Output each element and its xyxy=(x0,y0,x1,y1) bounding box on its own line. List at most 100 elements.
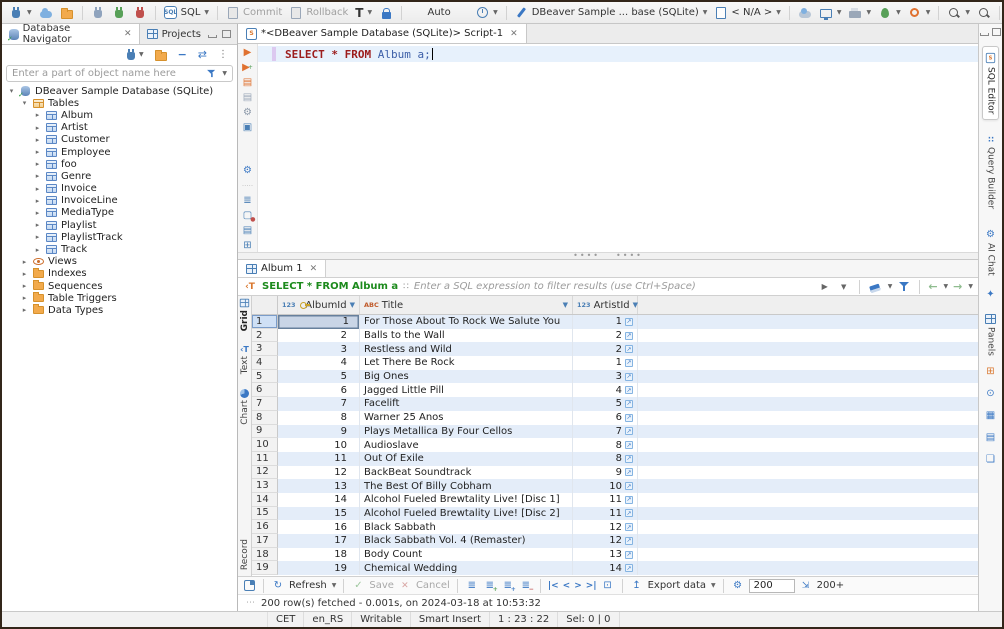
table-row[interactable]: 12 12 BackBeat Soundtrack 9↗ xyxy=(252,466,978,480)
show-panels-icon[interactable]: ⊞ xyxy=(241,241,255,252)
cell-albumid[interactable]: 2 xyxy=(278,329,360,343)
row-number[interactable]: 19 xyxy=(252,561,278,575)
cloud-sync-button[interactable] xyxy=(796,5,814,21)
run-config-button[interactable]: ▼ xyxy=(906,5,933,21)
tree-item[interactable]: ▸ Data Types xyxy=(2,304,237,316)
cell-albumid[interactable]: 16 xyxy=(278,520,360,534)
duplicate-row-icon[interactable]: ≣+ xyxy=(501,579,515,592)
column-header[interactable]: 123 ArtistId ▼ xyxy=(573,296,638,314)
navigator-filter-input[interactable]: Enter a part of object name here ▼ xyxy=(6,65,233,82)
cell-title[interactable]: The Best Of Billy Cobham xyxy=(360,479,573,493)
active-schema-combo[interactable]: < N/A >▼ xyxy=(712,5,782,21)
transaction-mode-button[interactable]: T▼ xyxy=(353,5,374,21)
foreign-key-link-icon[interactable]: ↗ xyxy=(625,455,633,463)
cell-albumid[interactable]: 5 xyxy=(278,370,360,384)
cell-artistid[interactable]: 2↗ xyxy=(573,329,638,343)
tree-item[interactable]: ▸ Views xyxy=(2,256,237,268)
cell-title[interactable]: Let There Be Rock xyxy=(360,356,573,370)
sort-icon[interactable]: ▼ xyxy=(563,301,568,309)
chevron-icon[interactable]: ▸ xyxy=(20,294,29,302)
tree-item[interactable]: ▸ Artist xyxy=(2,122,237,134)
cell-artistid[interactable]: 1↗ xyxy=(573,356,638,370)
cell-artistid[interactable]: 10↗ xyxy=(573,479,638,493)
foreign-key-link-icon[interactable]: ↗ xyxy=(625,373,633,381)
cell-albumid[interactable]: 7 xyxy=(278,397,360,411)
filters-menu-icon[interactable] xyxy=(897,280,911,294)
statusbar-item[interactable]: en_RS xyxy=(304,612,352,627)
cell-title[interactable]: Restless and Wild xyxy=(360,342,573,356)
cell-artistid[interactable]: 6↗ xyxy=(573,411,638,425)
cell-artistid[interactable]: 12↗ xyxy=(573,520,638,534)
chevron-icon[interactable]: ▸ xyxy=(20,282,29,290)
cell-albumid[interactable]: 13 xyxy=(278,479,360,493)
foreign-key-link-icon[interactable]: ↗ xyxy=(625,400,633,408)
cell-albumid[interactable]: 9 xyxy=(278,425,360,439)
cell-title[interactable]: For Those About To Rock We Salute You xyxy=(360,315,573,329)
statusbar-item[interactable]: CET xyxy=(268,612,304,627)
foreign-key-link-icon[interactable]: ↗ xyxy=(625,564,633,572)
chevron-icon[interactable]: ▸ xyxy=(33,197,42,205)
foreign-key-link-icon[interactable]: ↗ xyxy=(625,414,633,422)
table-row[interactable]: 14 14 Alcohol Fueled Brewtality Live! [D… xyxy=(252,493,978,507)
corner-cell[interactable] xyxy=(252,296,278,314)
debug-button[interactable]: ▼ xyxy=(876,5,903,21)
cell-artistid[interactable]: 13↗ xyxy=(573,548,638,562)
statusbar-item[interactable]: Smart Insert xyxy=(411,612,490,627)
cell-albumid[interactable]: 10 xyxy=(278,438,360,452)
cell-artistid[interactable]: 12↗ xyxy=(573,534,638,548)
close-icon[interactable]: ✕ xyxy=(124,29,132,39)
statusbar-item[interactable]: Writable xyxy=(352,612,411,627)
save-label[interactable]: Save xyxy=(369,580,394,591)
foreign-key-link-icon[interactable]: ↗ xyxy=(625,441,633,449)
cell-artistid[interactable]: 14↗ xyxy=(573,561,638,575)
last-row-icon[interactable]: >| xyxy=(586,581,597,591)
table-row[interactable]: 6 6 Jagged Little Pill 4↗ xyxy=(252,383,978,397)
refresh-icon[interactable]: ↻ xyxy=(271,579,285,592)
row-number[interactable]: 11 xyxy=(252,452,278,466)
cell-title[interactable]: Warner 25 Anos xyxy=(360,411,573,425)
ai-spark-icon[interactable]: ✦ xyxy=(986,289,994,300)
next-row-icon[interactable]: > xyxy=(574,581,582,591)
cell-title[interactable]: Out Of Exile xyxy=(360,452,573,466)
chevron-icon[interactable]: ▸ xyxy=(33,209,42,217)
table-row[interactable]: 5 5 Big Ones 3↗ xyxy=(252,370,978,384)
row-number[interactable]: 7 xyxy=(252,397,278,411)
close-icon[interactable]: ✕ xyxy=(310,264,318,274)
table-row[interactable]: 9 9 Plays Metallica By Four Cellos 7↗ xyxy=(252,425,978,439)
erase-filter-icon[interactable] xyxy=(868,280,882,294)
tab-database-navigator[interactable]: Database Navigator ✕ xyxy=(2,24,140,44)
refresh-label[interactable]: Refresh xyxy=(289,580,327,591)
fetch-more-label[interactable]: 200+ xyxy=(817,580,844,591)
row-number[interactable]: 1 xyxy=(252,315,278,329)
cell-artistid[interactable]: 7↗ xyxy=(573,425,638,439)
show-variables-icon[interactable]: ▤ xyxy=(241,226,255,237)
row-number[interactable]: 13 xyxy=(252,479,278,493)
sort-icon[interactable]: ▼ xyxy=(350,301,355,309)
foreign-key-link-icon[interactable]: ↗ xyxy=(625,509,633,517)
fetch-size-input[interactable]: 200 xyxy=(749,579,795,593)
table-row[interactable]: 19 19 Chemical Wedding 14↗ xyxy=(252,561,978,575)
link-with-editor-button[interactable]: ⇄ xyxy=(196,47,209,62)
tree-item[interactable]: ▸ Employee xyxy=(2,146,237,158)
presentation-chart[interactable]: Chart xyxy=(240,389,250,425)
delete-row-icon[interactable]: ≣− xyxy=(519,579,533,592)
row-number[interactable]: 18 xyxy=(252,548,278,562)
chevron-down-icon[interactable]: ▼ xyxy=(888,283,893,290)
commit-mode-combo[interactable]: Auto xyxy=(408,6,470,19)
cell-title[interactable]: Jagged Little Pill xyxy=(360,383,573,397)
chevron-icon[interactable]: ▸ xyxy=(33,160,42,168)
row-number[interactable]: 9 xyxy=(252,425,278,439)
show-log-icon[interactable]: ▢● xyxy=(241,211,255,222)
foreign-key-link-icon[interactable]: ↗ xyxy=(625,318,633,326)
cell-title[interactable]: Facelift xyxy=(360,397,573,411)
quick-search-button[interactable]: ▼ xyxy=(945,5,972,21)
tab-query-builder[interactable]: ∷ Query Builder xyxy=(984,130,998,214)
chevron-icon[interactable]: ▸ xyxy=(33,185,42,193)
column-header[interactable]: 123 AlbumId ▼ xyxy=(278,296,360,314)
row-number[interactable]: 4 xyxy=(252,356,278,370)
table-row[interactable]: 17 17 Black Sabbath Vol. 4 (Remaster) 12… xyxy=(252,534,978,548)
cell-albumid[interactable]: 17 xyxy=(278,534,360,548)
chevron-icon[interactable]: ▸ xyxy=(33,246,42,254)
chevron-icon[interactable]: ▸ xyxy=(33,172,42,180)
foreign-key-link-icon[interactable]: ↗ xyxy=(625,482,633,490)
